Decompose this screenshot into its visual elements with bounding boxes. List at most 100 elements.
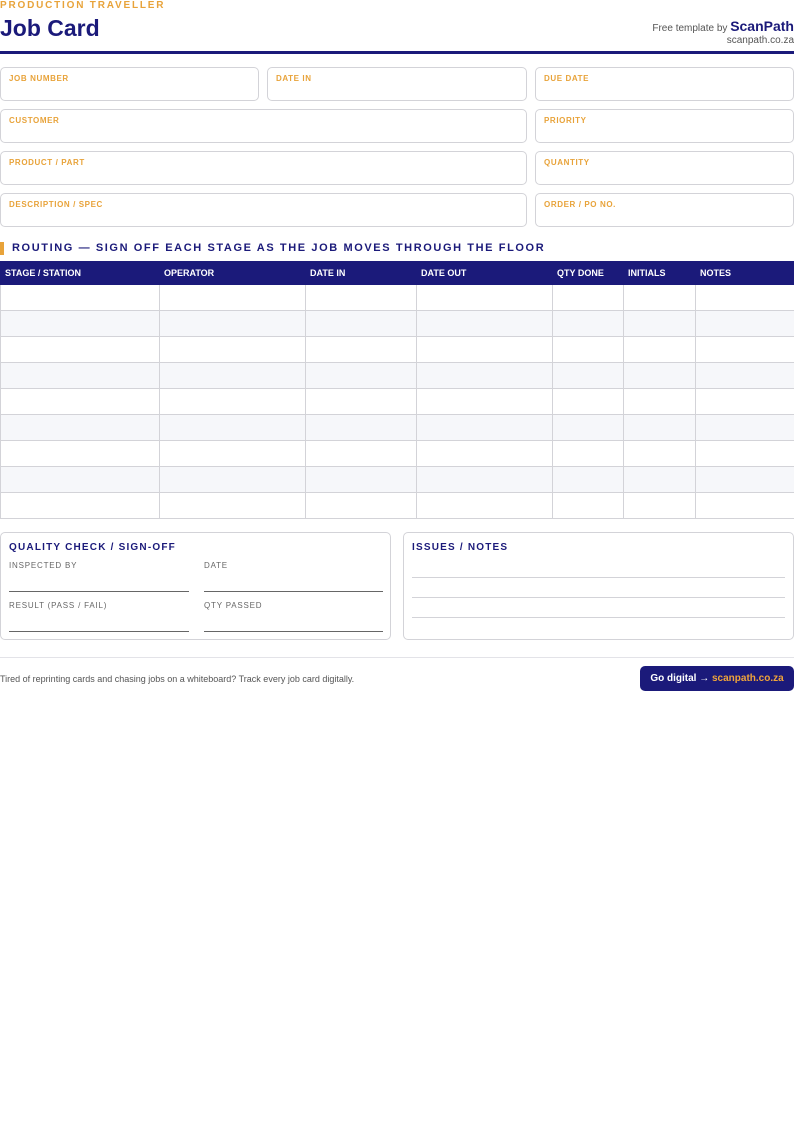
result-line[interactable]	[9, 631, 189, 632]
table-cell[interactable]	[695, 466, 794, 493]
table-cell[interactable]	[0, 362, 160, 389]
table-cell[interactable]	[159, 466, 306, 493]
table-cell[interactable]	[623, 414, 696, 441]
table-cell[interactable]	[0, 284, 160, 311]
table-cell[interactable]	[695, 414, 794, 441]
table-cell[interactable]	[416, 284, 553, 311]
job-number-field[interactable]: JOB NUMBER	[0, 67, 259, 101]
job-number-label: JOB NUMBER	[9, 74, 69, 83]
table-row	[0, 414, 794, 441]
table-cell[interactable]	[623, 492, 696, 519]
table-cell[interactable]	[623, 362, 696, 389]
table-cell[interactable]	[159, 388, 306, 415]
table-cell[interactable]	[552, 362, 624, 389]
table-cell[interactable]	[552, 388, 624, 415]
table-cell[interactable]	[159, 362, 306, 389]
brand-line: Free template by ScanPath	[652, 18, 794, 34]
table-cell[interactable]	[305, 388, 417, 415]
table-cell[interactable]	[0, 492, 160, 519]
table-cell[interactable]	[623, 388, 696, 415]
table-row	[0, 310, 794, 337]
cta-prefix: Go digital →	[650, 673, 710, 684]
page-title: Job Card	[0, 15, 100, 41]
table-cell[interactable]	[695, 362, 794, 389]
date-in-field[interactable]: DATE IN	[267, 67, 527, 101]
table-cell[interactable]	[305, 492, 417, 519]
table-cell[interactable]	[623, 440, 696, 467]
table-cell[interactable]	[305, 284, 417, 311]
table-cell[interactable]	[623, 310, 696, 337]
footer-text: Tired of reprinting cards and chasing jo…	[0, 674, 355, 684]
brand-block: Free template by ScanPath scanpath.co.za	[652, 18, 794, 46]
table-cell[interactable]	[695, 310, 794, 337]
table-row	[0, 466, 794, 493]
table-cell[interactable]	[0, 388, 160, 415]
table-row	[0, 284, 794, 311]
quality-check-panel: QUALITY CHECK / SIGN-OFF INSPECTED BY DA…	[0, 532, 391, 640]
table-cell[interactable]	[159, 440, 306, 467]
table-cell[interactable]	[416, 388, 553, 415]
table-cell[interactable]	[305, 362, 417, 389]
go-digital-button[interactable]: Go digital → scanpath.co.za	[640, 666, 794, 691]
brand-name: ScanPath	[730, 18, 794, 34]
table-cell[interactable]	[623, 336, 696, 363]
routing-table: STAGE / STATION OPERATOR DATE IN DATE OU…	[0, 261, 794, 519]
table-row	[0, 492, 794, 519]
note-line[interactable]	[412, 597, 785, 598]
priority-label: PRIORITY	[544, 116, 587, 125]
due-date-field[interactable]: DUE DATE	[535, 67, 794, 101]
table-cell[interactable]	[0, 336, 160, 363]
table-cell[interactable]	[552, 336, 624, 363]
table-cell[interactable]	[695, 388, 794, 415]
table-cell[interactable]	[305, 466, 417, 493]
table-cell[interactable]	[159, 414, 306, 441]
table-cell[interactable]	[416, 362, 553, 389]
table-cell[interactable]	[0, 310, 160, 337]
issues-notes-title: ISSUES / NOTES	[412, 542, 509, 553]
table-cell[interactable]	[416, 440, 553, 467]
table-cell[interactable]	[552, 466, 624, 493]
date-line[interactable]	[204, 591, 383, 592]
table-cell[interactable]	[159, 310, 306, 337]
table-cell[interactable]	[695, 440, 794, 467]
table-cell[interactable]	[552, 284, 624, 311]
table-cell[interactable]	[305, 414, 417, 441]
note-line[interactable]	[412, 617, 785, 618]
customer-field[interactable]: CUSTOMER	[0, 109, 527, 143]
table-cell[interactable]	[305, 310, 417, 337]
table-cell[interactable]	[305, 440, 417, 467]
table-cell[interactable]	[0, 440, 160, 467]
table-cell[interactable]	[552, 310, 624, 337]
table-row	[0, 362, 794, 389]
table-cell[interactable]	[695, 284, 794, 311]
footer-rule	[0, 657, 794, 658]
table-cell[interactable]	[695, 492, 794, 519]
table-cell[interactable]	[416, 414, 553, 441]
table-cell[interactable]	[416, 466, 553, 493]
order-po-field[interactable]: ORDER / PO NO.	[535, 193, 794, 227]
note-line[interactable]	[412, 577, 785, 578]
table-cell[interactable]	[623, 466, 696, 493]
table-cell[interactable]	[159, 492, 306, 519]
customer-label: CUSTOMER	[9, 116, 60, 125]
table-cell[interactable]	[695, 336, 794, 363]
qty-passed-line[interactable]	[204, 631, 383, 632]
table-cell[interactable]	[416, 310, 553, 337]
table-cell[interactable]	[305, 336, 417, 363]
priority-field[interactable]: PRIORITY	[535, 109, 794, 143]
table-cell[interactable]	[0, 414, 160, 441]
table-cell[interactable]	[416, 336, 553, 363]
inspected-by-label: INSPECTED BY	[9, 561, 78, 570]
quantity-field[interactable]: QUANTITY	[535, 151, 794, 185]
table-cell[interactable]	[552, 492, 624, 519]
table-cell[interactable]	[623, 284, 696, 311]
table-cell[interactable]	[552, 440, 624, 467]
table-cell[interactable]	[0, 466, 160, 493]
product-part-field[interactable]: PRODUCT / PART	[0, 151, 527, 185]
table-cell[interactable]	[159, 336, 306, 363]
table-cell[interactable]	[552, 414, 624, 441]
table-cell[interactable]	[159, 284, 306, 311]
inspected-by-line[interactable]	[9, 591, 189, 592]
description-field[interactable]: DESCRIPTION / SPEC	[0, 193, 527, 227]
table-cell[interactable]	[416, 492, 553, 519]
